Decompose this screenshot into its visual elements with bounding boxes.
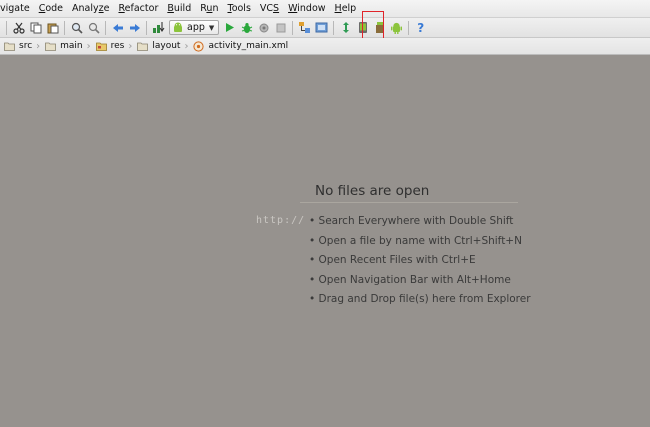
run-icon[interactable] [221, 20, 238, 36]
navigation-bar: src › main › res › layout › activity_mai… [0, 38, 650, 55]
hint-search-everywhere: Search Everywhere with Double Shift [309, 215, 531, 235]
project-structure-icon[interactable] [296, 20, 313, 36]
empty-state-hints: Search Everywhere with Double Shift Open… [309, 215, 531, 313]
empty-state-divider [300, 202, 518, 203]
empty-state-title: No files are open [315, 183, 430, 199]
breadcrumb-item-layout[interactable]: layout [133, 39, 183, 54]
breadcrumb-item-src[interactable]: src [0, 39, 35, 54]
menu-tools[interactable]: Tools [227, 3, 250, 14]
help-icon[interactable]: ? [412, 20, 429, 36]
stop-icon[interactable] [272, 20, 289, 36]
chevron-right-icon: › [86, 40, 91, 52]
hint-open-file: Open a file by name with Ctrl+Shift+N [309, 235, 531, 255]
find-icon[interactable] [68, 20, 85, 36]
breadcrumb-label: src [19, 41, 33, 51]
menu-help[interactable]: Help [335, 3, 357, 14]
main-toolbar: app ▼ ? [0, 18, 650, 38]
copy-icon[interactable] [27, 20, 44, 36]
hint-drag-and-drop: Drag and Drop file(s) here from Explorer [309, 293, 531, 313]
folder-icon [4, 42, 15, 51]
attach-debugger-icon[interactable] [255, 20, 272, 36]
xml-file-icon [193, 40, 205, 52]
run-configuration-label: app [187, 22, 205, 33]
breadcrumb-label: activity_main.xml [208, 41, 289, 51]
menu-vcs[interactable]: VCS [260, 3, 279, 14]
breadcrumb-label: layout [152, 41, 181, 51]
menu-bar: vigate Code Analyze Refactor Build Run T… [0, 0, 650, 18]
hint-navigation-bar: Open Navigation Bar with Alt+Home [309, 274, 531, 294]
back-arrow-icon[interactable] [109, 20, 126, 36]
folder-icon [137, 42, 149, 51]
editor-area[interactable]: http:// No files are open Search Everywh… [0, 55, 650, 427]
chevron-down-icon: ▼ [208, 23, 215, 32]
sync-gradle-icon[interactable] [337, 20, 354, 36]
breadcrumb-label: res [110, 41, 125, 51]
menu-window[interactable]: Window [288, 3, 325, 14]
menu-code[interactable]: Code [39, 3, 63, 14]
breadcrumb-label: main [60, 41, 83, 51]
replace-icon[interactable] [85, 20, 102, 36]
menu-build[interactable]: Build [167, 3, 191, 14]
chevron-right-icon: › [36, 40, 41, 52]
paste-icon[interactable] [44, 20, 61, 36]
run-configuration-dropdown[interactable]: app ▼ [169, 20, 220, 35]
make-project-icon[interactable] [150, 20, 167, 36]
debug-icon[interactable] [238, 20, 255, 36]
toolbar-separator [333, 20, 335, 35]
breadcrumb-item-res[interactable]: res [92, 39, 128, 54]
chevron-right-icon: › [128, 40, 133, 52]
menu-refactor[interactable]: Refactor [118, 3, 158, 14]
cut-icon[interactable] [10, 20, 27, 36]
hint-recent-files: Open Recent Files with Ctrl+E [309, 254, 531, 274]
forward-arrow-icon[interactable] [126, 20, 143, 36]
watermark: http:// [256, 215, 306, 226]
toolbar-separator [105, 20, 106, 35]
folder-icon [45, 42, 57, 51]
android-icon [174, 22, 182, 32]
sdk-settings-icon[interactable] [313, 20, 330, 36]
toolbar-separator [292, 20, 294, 35]
resource-folder-icon [95, 42, 107, 51]
toolbar-separator [6, 20, 7, 35]
breadcrumb-item-main[interactable]: main [41, 39, 86, 54]
menu-analyze[interactable]: Analyze [72, 3, 109, 14]
toolbar-separator [146, 20, 147, 35]
toolbar-separator [408, 20, 410, 35]
toolbar-separator [64, 20, 65, 35]
menu-run[interactable]: Run [200, 3, 218, 14]
android-device-monitor-icon[interactable] [388, 20, 405, 36]
chevron-right-icon: › [184, 40, 189, 52]
menu-navigate[interactable]: vigate [0, 3, 30, 14]
breadcrumb-item-activity-main[interactable]: activity_main.xml [189, 39, 291, 54]
